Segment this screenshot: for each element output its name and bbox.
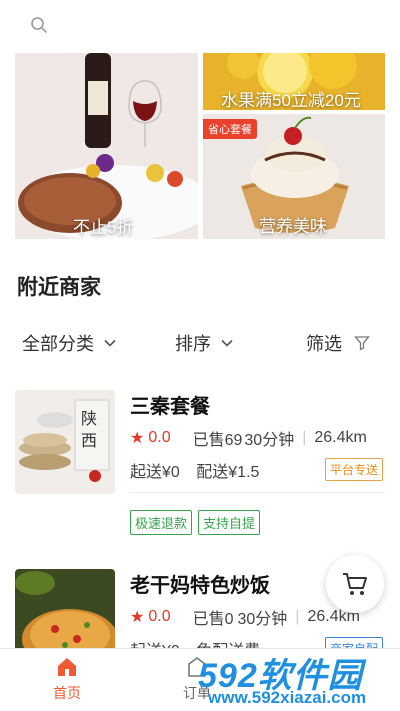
banner-text: 营养美味 — [259, 217, 327, 236]
watermark-url: www.592xiazai.com — [208, 688, 367, 707]
star-icon: ★ — [130, 609, 145, 626]
store-sold: 已售69 — [192, 432, 243, 449]
svg-text:西: 西 — [81, 431, 97, 450]
delivery-tag: 平台专送 — [324, 458, 383, 481]
store-tags: 极速退款 支持自提 — [130, 510, 266, 535]
filter-screen-label: 筛选 — [306, 334, 342, 354]
banner-text: 不止5折 — [73, 218, 134, 237]
funnel-icon — [354, 336, 370, 351]
divider: | — [302, 429, 307, 446]
star-icon: ★ — [130, 430, 145, 447]
store-time: 30分钟 — [237, 611, 288, 628]
banner-steak[interactable]: 不止5折 — [15, 53, 198, 239]
banner-fruit[interactable]: 水果满50立减20元 — [203, 53, 385, 110]
top-bar — [0, 0, 400, 52]
store-rating: 0.0 — [148, 429, 171, 446]
tab-home-label: 首页 — [53, 685, 81, 701]
tab-home[interactable]: 首页 — [27, 655, 107, 703]
store-min-order: 起送¥0 — [130, 464, 180, 481]
store-name: 老干妈特色炒饭 — [130, 575, 270, 597]
store-delivery-fee: 配送¥1.5 — [196, 464, 260, 481]
store-fees: 起送¥0 配送¥1.5 — [130, 458, 271, 482]
chevron-down-icon — [104, 339, 116, 347]
cart-button[interactable] — [326, 555, 384, 613]
watermark: 592软件园 www.592xiazai.com — [190, 646, 400, 711]
store-rating: 0.0 — [148, 608, 171, 625]
divider: | — [295, 608, 300, 625]
filter-category[interactable]: 全部分类 — [22, 330, 117, 356]
filter-sort-label: 排序 — [175, 334, 211, 354]
filter-screen[interactable]: 筛选 — [306, 330, 370, 356]
steak-wine-image — [15, 53, 198, 239]
filter-category-label: 全部分类 — [22, 334, 94, 354]
cart-icon — [343, 573, 367, 595]
home-icon — [58, 658, 76, 676]
banner-text: 水果满50立减20元 — [221, 91, 361, 110]
store-sold: 已售0 — [192, 611, 234, 628]
svg-text:陕: 陕 — [81, 409, 97, 428]
service-tag: 支持自提 — [198, 510, 261, 535]
store-distance: 26.4km — [314, 429, 367, 446]
banner-badge: 省心套餐 — [203, 119, 257, 139]
chevron-down-icon — [221, 339, 233, 347]
search-icon[interactable] — [30, 16, 48, 34]
store-stats: ★ 0.0 已售69 30分钟 | 26.4km — [130, 426, 367, 450]
store-time: 30分钟 — [244, 432, 295, 449]
service-tag: 极速退款 — [130, 510, 193, 535]
filter-sort[interactable]: 排序 — [175, 330, 234, 356]
store-name: 三秦套餐 — [130, 396, 210, 418]
store-stats: ★ 0.0 已售0 30分钟 | 26.4km — [130, 605, 360, 629]
store-thumbnail: 陕 西 — [15, 390, 115, 494]
divider — [130, 492, 385, 493]
section-title: 附近商家 — [17, 276, 101, 299]
banner-icecream[interactable]: 省心套餐 营养美味 — [203, 114, 385, 239]
